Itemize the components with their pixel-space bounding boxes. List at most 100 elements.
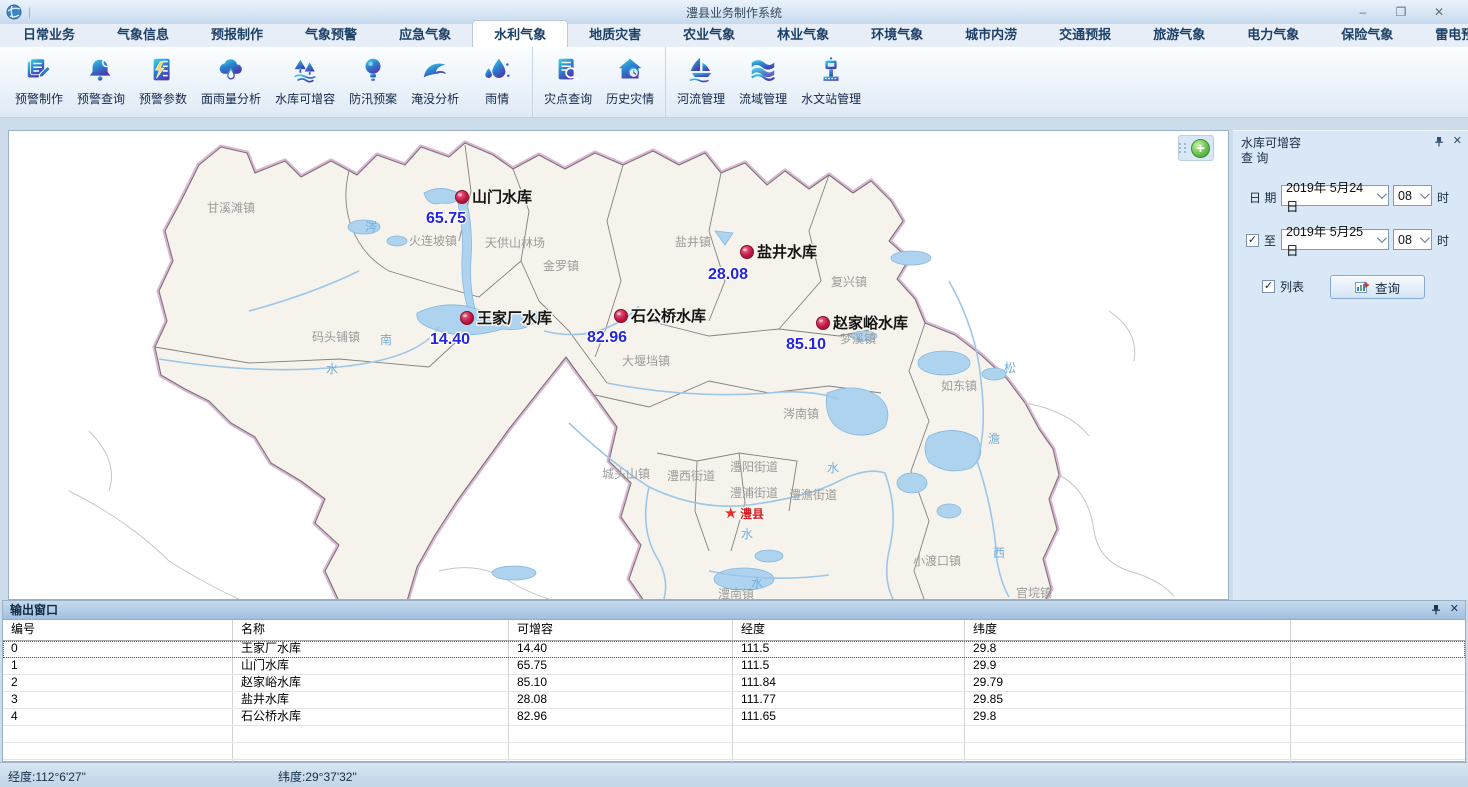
toolbar-button-label: 灾点查询 <box>544 90 592 107</box>
table-cell: 82.96 <box>509 709 733 725</box>
status-bar: 经度:112°6'27" 纬度:29°37'32" <box>0 762 1468 787</box>
date-to-value: 2019年 5月25日 <box>1286 221 1373 259</box>
titlebar-separator: | <box>28 5 31 19</box>
list-checkbox[interactable]: ✓ <box>1262 280 1275 293</box>
shigongqiao-reservoir-marker[interactable] <box>615 310 628 323</box>
zhaojiayu-reservoir-value: 85.10 <box>786 336 826 353</box>
list-option-row: ✓ 列表 <box>1262 278 1304 295</box>
menu-tab-13[interactable]: 电力气象 <box>1226 21 1320 47</box>
toolbar-button-alert-query[interactable]: 预警查询 <box>70 47 132 117</box>
output-close-icon[interactable]: ✕ <box>1450 604 1459 615</box>
hour-to-select[interactable]: 08 <box>1393 229 1432 250</box>
date-to-row: ✓ 至 <box>1246 232 1276 249</box>
toolbar-button-basin-management[interactable]: 流域管理 <box>732 47 794 117</box>
date-to-select[interactable]: 2019年 5月25日 <box>1281 229 1389 250</box>
yanjing-reservoir-value: 28.08 <box>708 266 748 283</box>
table-header-cell-4[interactable]: 纬度 <box>965 620 1291 640</box>
panel-close-icon[interactable]: ✕ <box>1453 136 1462 147</box>
table-empty-row <box>3 743 1465 760</box>
menu-tab-0[interactable]: 日常业务 <box>2 21 96 47</box>
query-button[interactable]: 查询 <box>1330 275 1425 299</box>
river-label-6: 松 <box>1004 361 1016 375</box>
toolbar-button-rain-info[interactable]: 雨情 <box>466 47 528 117</box>
menu-tab-12[interactable]: 旅游气象 <box>1132 21 1226 47</box>
table-cell <box>733 726 965 742</box>
app-globe-icon <box>6 4 22 20</box>
toolbar-button-river-management[interactable]: 河流管理 <box>670 47 732 117</box>
town-label-11: 城头山镇 <box>602 467 650 481</box>
menu-tab-9[interactable]: 环境气象 <box>850 21 944 47</box>
table-header-cell-0[interactable]: 编号 <box>3 620 233 640</box>
toolbar-button-reservoir-capacity[interactable]: 水库可增容 <box>268 47 342 117</box>
pin-icon[interactable] <box>1434 136 1444 147</box>
table-header-cell-1[interactable]: 名称 <box>233 620 509 640</box>
toolbar-button-disaster-point-query[interactable]: 灾点查询 <box>537 47 599 117</box>
table-header-cell-2[interactable]: 可增容 <box>509 620 733 640</box>
toolbar-button-flood-plan[interactable]: 防汛预案 <box>342 47 404 117</box>
zhaojiayu-reservoir-marker[interactable] <box>817 317 830 330</box>
toolbar-button-alert-params[interactable]: 预警参数 <box>132 47 194 117</box>
toolbar-button-label: 雨情 <box>485 90 509 107</box>
toolbar-button-label: 河流管理 <box>677 90 725 107</box>
menu-tab-11[interactable]: 交通预报 <box>1038 21 1132 47</box>
shanmen-reservoir-marker[interactable] <box>456 191 469 204</box>
table-cell: 65.75 <box>509 658 733 674</box>
menu-tab-10[interactable]: 城市内涝 <box>944 21 1038 47</box>
table-row-4[interactable]: 4石公桥水库82.96111.6529.8 <box>3 709 1465 726</box>
town-label-5: 复兴镇 <box>831 275 867 289</box>
menu-tab-7[interactable]: 农业气象 <box>662 21 756 47</box>
marker-highlight <box>458 193 462 196</box>
table-cell: 111.65 <box>733 709 965 725</box>
toolbar-button-disaster-history[interactable]: 历史灾情 <box>599 47 661 117</box>
menu-tab-3[interactable]: 气象预警 <box>284 21 378 47</box>
table-row-1[interactable]: 1山门水库65.75111.529.9 <box>3 658 1465 675</box>
table-cell <box>3 726 233 742</box>
table-row-0[interactable]: 0王家厂水库14.40111.529.8 <box>3 641 1465 658</box>
county-map[interactable]: 甘溪滩镇火连坡镇天供山林场金罗镇盐井镇复兴镇码头铺镇梦溪镇大堰垱镇涔南镇如东镇城… <box>9 131 1228 599</box>
shigongqiao-reservoir-value: 82.96 <box>587 329 627 346</box>
county-star-icon: ★ <box>724 505 737 522</box>
chevron-down-icon <box>1420 233 1430 243</box>
toolbar-button-area-rain-analysis[interactable]: 面雨量分析 <box>194 47 268 117</box>
table-cell: 111.77 <box>733 692 965 708</box>
hour-from-select[interactable]: 08 <box>1393 185 1432 206</box>
menu-tab-14[interactable]: 保险气象 <box>1320 21 1414 47</box>
map-zoom-in-button[interactable]: + <box>1191 139 1210 158</box>
river-label-8: 西 <box>993 546 1005 560</box>
map-canvas[interactable]: 甘溪滩镇火连坡镇天供山林场金罗镇盐井镇复兴镇码头铺镇梦溪镇大堰垱镇涔南镇如东镇城… <box>8 130 1229 600</box>
menu-tab-6[interactable]: 地质灾害 <box>568 21 662 47</box>
wave-icon <box>420 54 450 86</box>
shanmen-reservoir-value: 65.75 <box>426 210 466 227</box>
toolbar-button-hydro-station-management[interactable]: 水文站管理 <box>794 47 868 117</box>
river-label-0: 涔 <box>365 220 377 234</box>
menu-tab-15[interactable]: 雷电预警 <box>1414 21 1468 47</box>
yanjing-reservoir-marker[interactable] <box>741 246 754 259</box>
to-checkbox[interactable]: ✓ <box>1246 234 1259 247</box>
table-header-cell-3[interactable]: 经度 <box>733 620 965 640</box>
menu-tab-5[interactable]: 水利气象 <box>472 20 568 47</box>
pin-icon[interactable] <box>1431 604 1441 615</box>
bell-search-icon <box>86 54 116 86</box>
date-from-select[interactable]: 2019年 5月24日 <box>1281 185 1389 206</box>
panel-title-line1: 水库可增容 <box>1241 136 1460 151</box>
toolbar-button-inundation-analysis[interactable]: 淹没分析 <box>404 47 466 117</box>
menu-tab-1[interactable]: 气象信息 <box>96 21 190 47</box>
table-row-2[interactable]: 2赵家峪水库85.10111.8429.79 <box>3 675 1465 692</box>
output-window-header: 输出窗口 ✕ <box>3 601 1465 620</box>
town-label-0: 甘溪滩镇 <box>207 201 255 215</box>
table-row-3[interactable]: 3盐井水库28.08111.7729.85 <box>3 692 1465 709</box>
river-label-5: 水 <box>751 576 763 590</box>
menu-tab-4[interactable]: 应急气象 <box>378 21 472 47</box>
drag-grip-icon <box>1179 143 1187 153</box>
county-boundary <box>155 143 1059 599</box>
wangjiachang-reservoir-marker[interactable] <box>461 312 474 325</box>
toolbar-button-label: 水文站管理 <box>801 90 861 107</box>
menu-tab-8[interactable]: 林业气象 <box>756 21 850 47</box>
table-cell: 4 <box>3 709 233 725</box>
menu-tab-2[interactable]: 预报制作 <box>190 21 284 47</box>
river-label-2: 水 <box>326 362 338 376</box>
toolbar-button-alert-create[interactable]: 预警制作 <box>8 47 70 117</box>
doc-edit-icon <box>24 54 54 86</box>
table-cell: 29.79 <box>965 675 1291 691</box>
hour-to-suffix: 时 <box>1437 232 1449 249</box>
